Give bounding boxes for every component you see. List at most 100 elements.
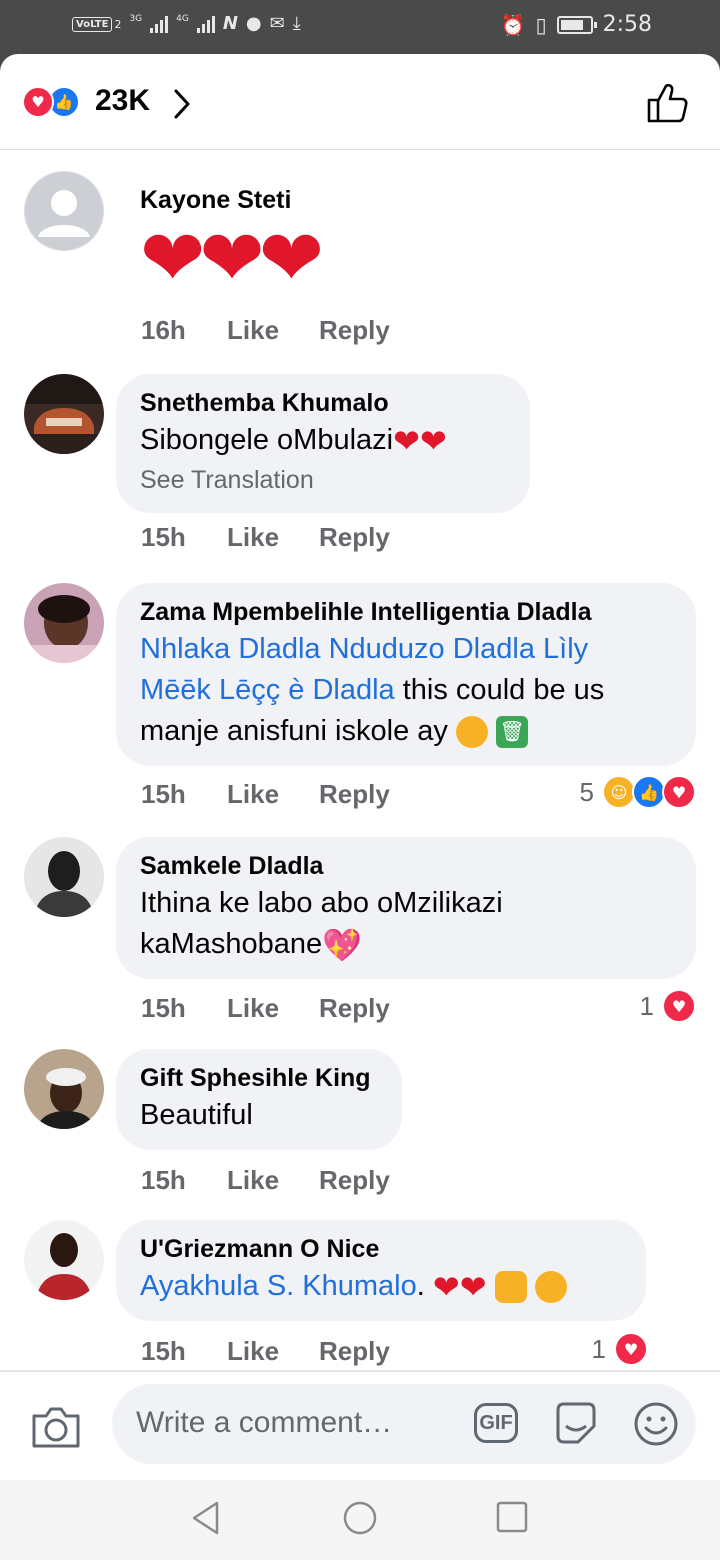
like-button[interactable]: Like <box>227 1165 319 1196</box>
comment-time: 16h <box>141 315 186 345</box>
emoji-icon[interactable] <box>632 1400 680 1448</box>
comment-bubble: Kayone Steti ❤❤❤ <box>116 171 342 299</box>
comment-time: 15h <box>141 522 186 552</box>
comment-body: Ithina ke labo abo oMzilikazi <box>140 887 503 919</box>
avatar[interactable] <box>24 374 104 454</box>
like-button[interactable]: Like <box>227 522 319 553</box>
heart-emoji-text: ❤❤❤ <box>140 214 324 304</box>
love-icon: ♥ <box>614 1332 648 1366</box>
comments-sheet: ♥ 👍 23K Kayone Steti ❤❤❤ 16h Like Reply <box>0 54 720 1560</box>
heart-emoji: ❤❤ <box>393 422 447 461</box>
mention-link[interactable]: Mēēk Lēçç è Dladla <box>140 674 395 706</box>
download-icon: ⤓ <box>292 13 301 34</box>
commenter-name[interactable]: Gift Sphesihle King <box>140 1061 378 1095</box>
network-type-1: 3G <box>129 14 143 24</box>
recents-icon[interactable] <box>496 1500 528 1534</box>
comment-time: 15h <box>141 1336 186 1366</box>
avatar[interactable] <box>24 583 104 663</box>
comment-reactions[interactable]: 1 ♥ <box>640 989 696 1023</box>
comment-text: Sibongele oMbulazi❤❤ <box>140 420 506 461</box>
comment-time: 15h <box>141 779 186 809</box>
commenter-name[interactable]: Kayone Steti <box>140 183 318 217</box>
like-button[interactable]: Like <box>227 993 319 1024</box>
like-icon: 👍 <box>632 775 666 809</box>
mention-link[interactable]: Nhlaka Dladla Nduduzo Dladla Lìly <box>140 633 588 665</box>
reaction-count: 1 <box>591 1333 606 1364</box>
see-translation-link[interactable]: See Translation <box>140 461 506 499</box>
comment-actions: 15h Like Reply <box>141 779 390 810</box>
back-icon[interactable] <box>190 1500 222 1536</box>
commenter-name[interactable]: Snethemba Khumalo <box>140 386 506 420</box>
comment-actions: 16h Like Reply <box>141 315 390 346</box>
comment-body: . <box>416 1270 425 1302</box>
like-button[interactable]: Like <box>227 1336 319 1367</box>
gif-button[interactable]: GIF <box>474 1403 518 1443</box>
like-button[interactable]: Like <box>227 315 319 346</box>
reactions-header[interactable]: ♥ 👍 23K <box>0 54 720 150</box>
comment-actions: 15h Like Reply <box>141 522 390 553</box>
comment-bubble: Gift Sphesihle King Beautiful <box>116 1049 402 1150</box>
reaction-count: 23K <box>95 84 151 117</box>
mention-link[interactable]: Ayakhula S. Khumalo <box>140 1270 417 1302</box>
sim-slot: 2 <box>114 17 122 31</box>
chevron-right-icon[interactable] <box>172 88 192 120</box>
comment-reactions[interactable]: 1 ♥ <box>592 1332 648 1366</box>
reply-button[interactable]: Reply <box>319 522 390 553</box>
comment-bubble: Samkele Dladla Ithina ke labo abo oMzili… <box>116 837 696 979</box>
commenter-name[interactable]: U'Griezmann O Nice <box>140 1232 622 1266</box>
comment-text: Nhlaka Dladla Nduduzo Dladla Lìly Mēēk L… <box>140 629 672 752</box>
commenter-name[interactable]: Samkele Dladla <box>140 849 672 883</box>
clapping-emoji <box>494 1271 527 1304</box>
sticker-icon[interactable] <box>552 1400 600 1448</box>
reply-button[interactable]: Reply <box>319 315 390 346</box>
smiling-hearts-emoji <box>534 1271 567 1304</box>
vibrate-icon: ▯ <box>535 12 547 37</box>
avatar[interactable] <box>24 837 104 917</box>
comment-body: Beautiful <box>140 1099 253 1131</box>
commenter-name[interactable]: Zama Mpembelihle Intelligentia Dladla <box>140 595 672 629</box>
comment-placeholder: Write a comment… <box>136 1406 393 1439</box>
comment-actions: 15h Like Reply <box>141 1336 390 1367</box>
comment-reactions[interactable]: 5 ☺ 👍 ♥ <box>580 775 696 809</box>
heart-emoji: ❤❤ <box>432 1268 487 1307</box>
home-icon[interactable] <box>342 1500 378 1536</box>
comment-body: this could be us <box>402 674 605 706</box>
comment-body: kaMashobane <box>140 928 323 960</box>
avatar[interactable] <box>24 171 104 251</box>
alarm-icon: ⏰ <box>500 12 526 37</box>
battery-icon <box>556 15 597 34</box>
volte-indicator: VoLTE <box>72 16 113 32</box>
comment-bubble: Snethemba Khumalo Sibongele oMbulazi❤❤ S… <box>116 374 530 513</box>
sparkling-heart-emoji: 💖 <box>322 926 363 965</box>
trash-emoji: 🗑 <box>496 716 529 749</box>
signal-icon <box>150 15 169 33</box>
reaction-icons: ♥ 👍 <box>22 86 80 118</box>
avatar[interactable] <box>24 1220 104 1300</box>
love-icon: ♥ <box>662 775 696 809</box>
comment-body: Sibongele oMbulazi <box>140 424 394 456</box>
comment-bubble: U'Griezmann O Nice Ayakhula S. Khumalo. … <box>116 1220 646 1321</box>
signal-icon <box>196 15 215 33</box>
reaction-count: 1 <box>639 990 654 1021</box>
nfc-icon: N <box>222 13 238 34</box>
reply-button[interactable]: Reply <box>319 993 390 1024</box>
network-type-2: 4G <box>176 14 189 24</box>
like-button[interactable]: Like <box>227 779 319 810</box>
love-icon: ♥ <box>662 989 696 1023</box>
thumbs-up-icon[interactable] <box>646 82 690 124</box>
comment-body: manje anisfuni iskole ay <box>140 715 448 747</box>
comment-actions: 15h Like Reply <box>141 1165 390 1196</box>
comment-text: Ithina ke labo abo oMzilikazi kaMashoban… <box>140 883 672 965</box>
avatar[interactable] <box>24 1049 104 1129</box>
camera-icon[interactable] <box>30 1404 82 1450</box>
system-nav-bar <box>0 1480 720 1560</box>
reply-button[interactable]: Reply <box>319 1336 390 1367</box>
comment-bubble: Zama Mpembelihle Intelligentia Dladla Nh… <box>116 583 696 766</box>
mail-icon: ✉ <box>269 13 285 34</box>
comment-time: 15h <box>141 993 186 1023</box>
comment-input[interactable]: Write a comment… GIF <box>112 1384 696 1464</box>
status-bar: VoLTE 2 3G 4G N ● ✉ ⤓ ⏰ ▯ 2:58 <box>0 0 720 54</box>
comment-time: 15h <box>141 1165 186 1195</box>
reply-button[interactable]: Reply <box>319 779 390 810</box>
reply-button[interactable]: Reply <box>319 1165 390 1196</box>
